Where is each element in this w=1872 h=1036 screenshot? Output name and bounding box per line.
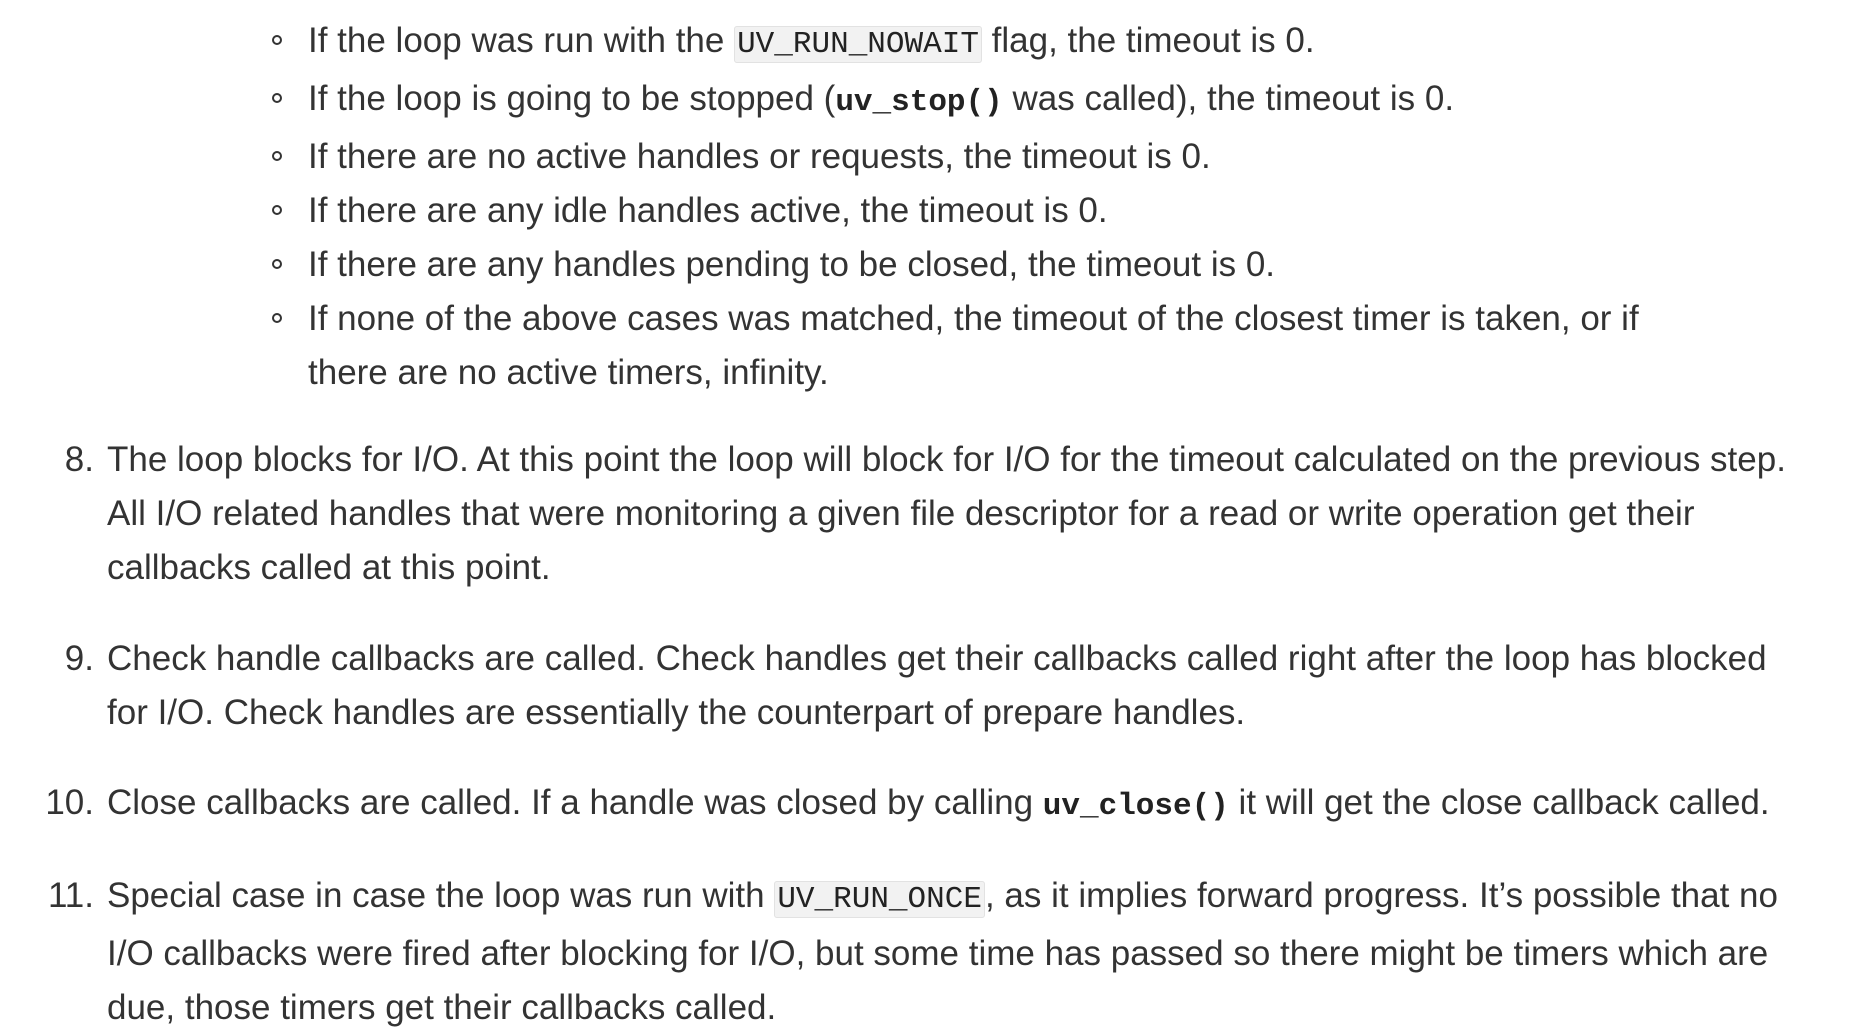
step-text: it will get the close callback called.	[1228, 783, 1770, 822]
list-item: If there are any idle handles active, th…	[268, 184, 1748, 238]
item-text: there are no active timers, infinity.	[308, 353, 829, 392]
step-text: due, those timers get their callbacks ca…	[107, 988, 777, 1027]
step-text: I/O callbacks were fired after blocking …	[107, 934, 1769, 973]
step-number: 10.	[45, 783, 94, 822]
item-text: If the loop was run with the	[308, 21, 735, 60]
list-item: If the loop was run with the UV_RUN_NOWA…	[268, 14, 1748, 72]
item-text: flag, the timeout is 0.	[981, 21, 1315, 60]
step-text: for I/O. Check handles are essentially t…	[107, 693, 1246, 732]
step-number: 9.	[64, 639, 94, 678]
step-body: Close callbacks are called. If a handle …	[107, 776, 1867, 834]
circle-bullet-icon	[272, 259, 282, 269]
step-text: Close callbacks are called. If a handle …	[107, 783, 1043, 822]
step-text: callbacks called at this point.	[107, 548, 551, 587]
document-page: If the loop was run with the UV_RUN_NOWA…	[0, 0, 1872, 1036]
timeout-conditions-list: If the loop was run with the UV_RUN_NOWA…	[268, 14, 1748, 400]
step-number: 8.	[64, 440, 94, 479]
item-text: If the loop is going to be stopped (	[308, 79, 836, 118]
step-number: 11.	[47, 876, 94, 915]
circle-bullet-icon	[272, 35, 282, 45]
list-item: If there are no active handles or reques…	[268, 130, 1748, 184]
item-text: was called), the timeout is 0.	[1002, 79, 1455, 118]
inline-code: UV_RUN_ONCE	[774, 881, 985, 918]
list-item: If none of the above cases was matched, …	[268, 292, 1748, 400]
inline-code: UV_RUN_NOWAIT	[734, 26, 982, 63]
step-text: , as it implies forward progress. It’s p…	[984, 876, 1778, 915]
step-body: Check handle callbacks are called. Check…	[107, 632, 1867, 740]
item-text: If there are any handles pending to be c…	[308, 245, 1276, 284]
list-item: If the loop is going to be stopped (uv_s…	[268, 72, 1748, 130]
step-text: The loop blocks for I/O. At this point t…	[107, 440, 1786, 479]
list-item: If there are any handles pending to be c…	[268, 238, 1748, 292]
inline-code: uv_stop()	[835, 85, 1003, 120]
circle-bullet-icon	[272, 93, 282, 103]
step-text: Check handle callbacks are called. Check…	[107, 639, 1767, 678]
circle-bullet-icon	[272, 313, 282, 323]
item-text: If none of the above cases was matched, …	[308, 299, 1639, 338]
step-text: Special case in case the loop was run wi…	[107, 876, 775, 915]
step-text: All I/O related handles that were monito…	[107, 494, 1695, 533]
step-body: The loop blocks for I/O. At this point t…	[107, 433, 1867, 595]
circle-bullet-icon	[272, 151, 282, 161]
inline-code: uv_close()	[1042, 789, 1229, 824]
step-body: Special case in case the loop was run wi…	[107, 869, 1867, 1035]
item-text: If there are no active handles or reques…	[308, 137, 1211, 176]
item-text: If there are any idle handles active, th…	[308, 191, 1108, 230]
circle-bullet-icon	[272, 205, 282, 215]
